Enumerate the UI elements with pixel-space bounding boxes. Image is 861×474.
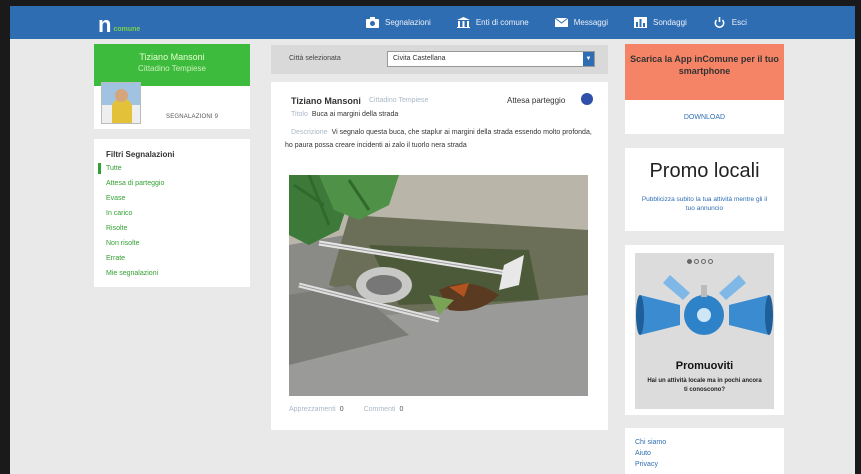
avatar-body [112,99,132,123]
profile-card: Tiziano Mansoni Cittadino Tempiese SEGNA… [94,44,250,129]
nav-item-messaggi[interactable]: Messaggi [554,17,608,28]
active-filter-indicator [98,163,101,174]
logo-letter: n [98,12,112,37]
filter-item[interactable]: Errate [106,255,125,262]
report-count: SEGNALAZIONI 9 [166,114,219,120]
comments-count: 0 [399,406,404,413]
post-status: Attesa parteggio [507,96,566,105]
nav-label: Messaggi [573,18,608,27]
power-icon [714,17,725,28]
megaphone-icon [636,275,773,335]
filter-item[interactable]: Attesa di parteggio [106,180,164,187]
filter-item[interactable]: Risolte [106,225,127,232]
main-nav: Segnalazioni Enti di comune Messaggi Son… [366,6,773,39]
profile-city: Cittadino Tempiese [138,64,206,73]
footer-link-privacy[interactable]: Privacy [635,461,658,468]
footer-links-card: Chi siamo Aiuto Privacy [625,428,784,474]
nav-label: Segnalazioni [385,18,431,27]
status-dot-icon [581,93,593,105]
logo-subtext: comune [113,26,141,33]
carousel-dot-icon[interactable] [708,259,713,264]
filters-title: Filtri Segnalazioni [106,150,175,159]
carousel-dots [687,259,715,264]
city-selector-bar: Città selezionata Civita Castellana ▼ [271,45,608,74]
chart-icon [633,17,647,28]
chevron-down-icon[interactable]: ▼ [583,52,594,66]
likes-count: 0 [339,406,344,413]
filters-panel: Filtri Segnalazioni Tutte Attesa di part… [94,139,250,287]
post-title-line: Titolo Buca ai margini della strada [291,111,398,118]
building-icon [456,17,470,28]
carousel-dot-icon[interactable] [687,259,692,264]
promo-subtitle[interactable]: Pubblicizza subito la tua attività mentr… [639,195,770,213]
carousel-dot-icon[interactable] [694,259,699,264]
city-selector-label: Città selezionata [289,55,341,62]
footer-link-chi-siamo[interactable]: Chi siamo [635,439,666,446]
nav-label: Sondaggi [652,18,687,27]
frame-right [855,0,861,474]
promo-title: Promo locali [649,160,760,182]
post-title-key: Titolo [291,111,308,118]
top-nav-bar: n comune Segnalazioni Enti di comune Mes… [10,6,855,39]
promo-banner[interactable]: Promuoviti Hai un attività locale ma in … [635,253,774,409]
avatar[interactable] [101,82,141,124]
likes-label[interactable]: Apprezzamenti [289,406,336,413]
app-logo[interactable]: n comune [98,12,141,37]
nav-item-esci[interactable]: Esci [713,17,747,28]
banner-card: Promuoviti Hai un attività locale ma in … [625,245,784,415]
filter-item[interactable]: Evase [106,195,125,202]
avatar-head [115,89,128,102]
carousel-dot-icon[interactable] [701,259,706,264]
download-link[interactable]: DOWNLOAD [625,114,784,121]
profile-header: Tiziano Mansoni Cittadino Tempiese [94,44,250,86]
filter-item[interactable]: In carico [106,210,132,217]
report-photo-image [289,175,588,396]
footer-link-aiuto[interactable]: Aiuto [635,450,651,457]
nav-label: Esci [731,18,747,27]
nav-item-enti[interactable]: Enti di comune [456,17,529,28]
nav-item-sondaggi[interactable]: Sondaggi [633,17,687,28]
frame-left [0,0,10,474]
profile-user-name[interactable]: Tiziano Mansoni [94,52,250,62]
filter-item[interactable]: Non risolte [106,240,139,247]
banner-title: Promuoviti [675,360,734,372]
nav-item-segnalazioni[interactable]: Segnalazioni [366,17,431,28]
post-author[interactable]: Tiziano Mansoni [291,96,361,106]
report-post: Tiziano Mansoni Cittadino Tempiese Attes… [271,82,608,430]
filter-item[interactable]: Tutte [106,165,122,172]
envelope-icon [554,17,568,27]
post-description: Descrizione Vi segnalo questa buca, che s… [285,126,595,152]
post-title: Buca ai margini della strada [311,111,399,118]
banner-subtitle: Hai un attività locale ma in pochi ancor… [647,378,762,393]
filter-item[interactable]: Mie segnalazioni [106,270,158,277]
report-photo[interactable] [289,175,588,396]
post-desc-text: Vi segnalo questa buca, che staplur ai m… [285,129,592,149]
app-download-card: Scarica la App inComune per il tuo smart… [625,44,784,134]
post-stats: Apprezzamenti 0 Commenti 0 [289,406,421,413]
app-promo-title: Scarica la App inComune per il tuo smart… [625,44,784,100]
nav-label: Enti di comune [475,18,529,27]
comments-label[interactable]: Commenti [364,406,396,413]
camera-icon [366,17,379,28]
promo-locali-card: Promo locali Pubblicizza subito la tua a… [625,148,784,231]
city-select[interactable]: Civita Castellana ▼ [387,51,595,67]
city-select-value: Civita Castellana [393,55,446,62]
post-desc-key: Descrizione [291,129,328,136]
post-author-city: Cittadino Tempiese [369,97,429,104]
